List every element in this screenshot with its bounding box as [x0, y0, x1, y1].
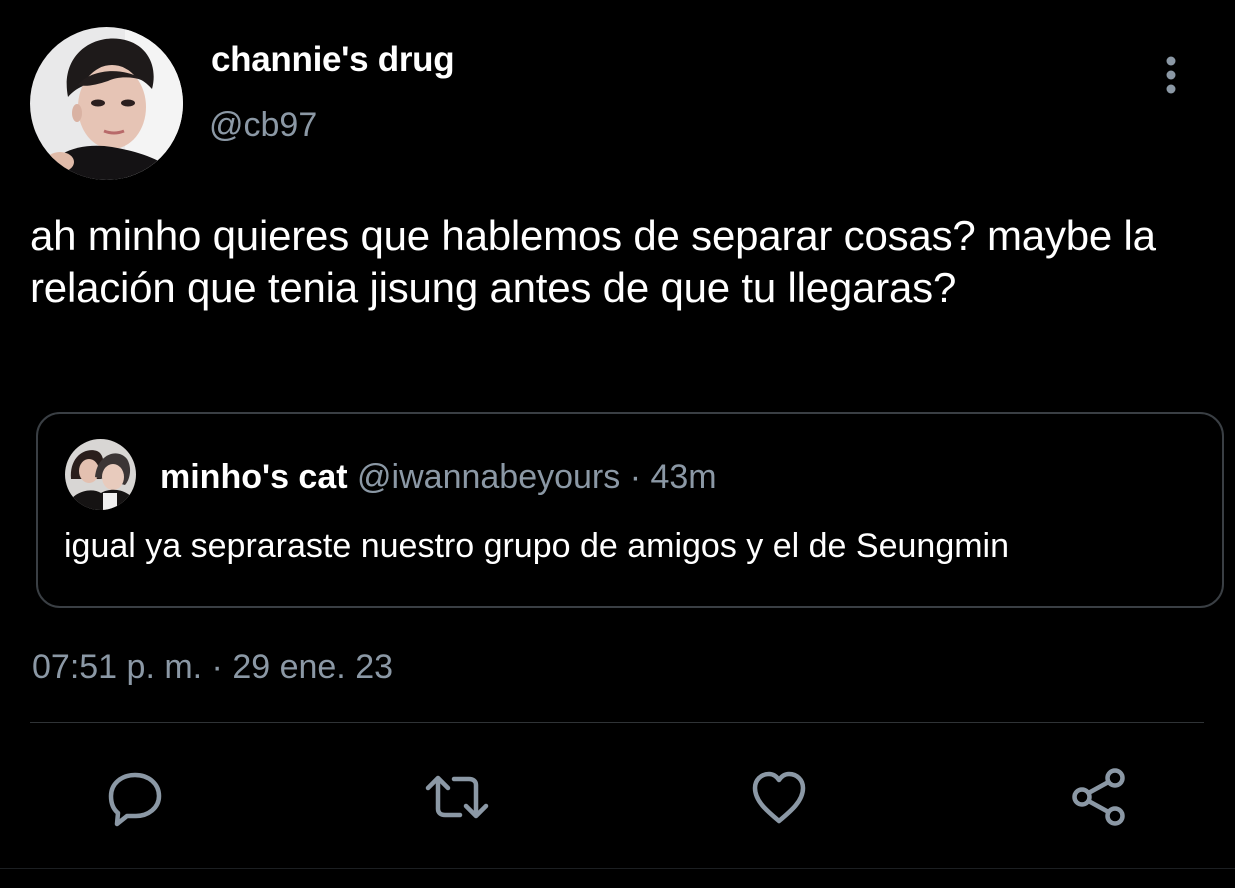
author-handle[interactable]: @cb97 [209, 106, 317, 145]
retweet-icon [425, 775, 489, 819]
quoted-avatar-image [65, 439, 136, 510]
quoted-author-avatar[interactable] [65, 439, 136, 510]
more-options-button[interactable] [1152, 55, 1190, 95]
quoted-tweet-time: · 43m [620, 458, 717, 496]
bottom-divider [0, 868, 1235, 869]
quoted-tweet-card[interactable]: minho's cat @iwannabeyours · 43m igual y… [36, 412, 1224, 608]
heart-icon [752, 771, 806, 824]
share-button[interactable] [1064, 762, 1134, 832]
reply-icon [108, 772, 162, 827]
quoted-tweet-header: minho's cat @iwannabeyours · 43m [160, 458, 717, 497]
tweet-text: ah minho quieres que hablemos de separar… [30, 212, 1156, 311]
reply-button[interactable] [100, 762, 170, 832]
author-avatar[interactable] [30, 27, 183, 180]
author-avatar-image [30, 27, 183, 180]
quoted-tweet-text: igual ya sepraraste nuestro grupo de ami… [64, 527, 1010, 565]
quoted-author-handle[interactable]: @iwannabeyours [357, 458, 620, 496]
retweet-button[interactable] [422, 762, 492, 832]
divider [30, 722, 1204, 723]
tweet-timestamp[interactable]: 07:51 p. m. · 29 ene. 23 [32, 648, 393, 687]
tweet-detail-view: channie's drug @cb97 ah minho quieres qu… [0, 0, 1235, 888]
more-vertical-icon [1166, 56, 1176, 94]
share-icon [1072, 768, 1125, 826]
quoted-author-display-name[interactable]: minho's cat [160, 458, 348, 496]
like-button[interactable] [744, 762, 814, 832]
author-display-name[interactable]: channie's drug [211, 40, 455, 80]
